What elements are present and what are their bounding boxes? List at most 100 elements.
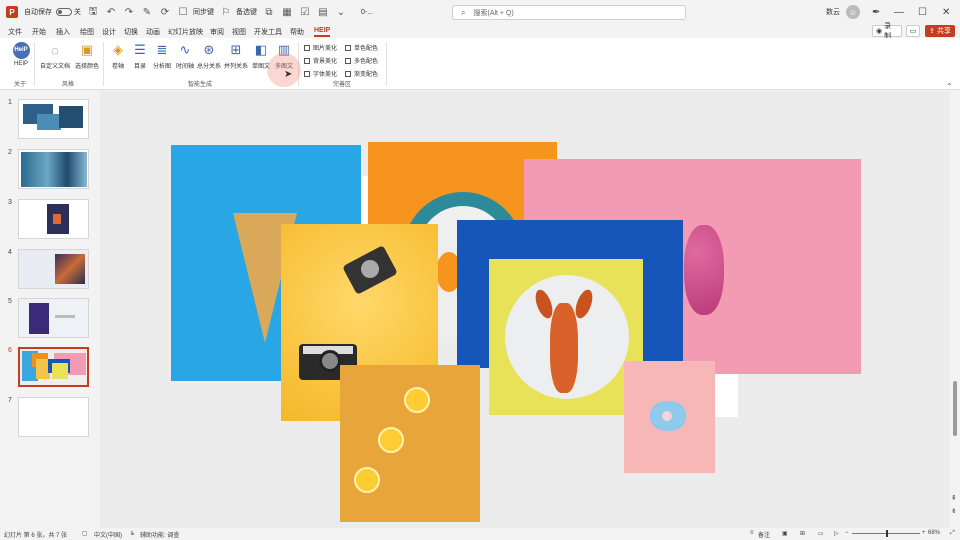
notes-icon[interactable]: ≡ bbox=[750, 530, 754, 536]
avatar[interactable]: ☺ bbox=[846, 0, 860, 24]
accessibility-text[interactable]: 辅助功能: 调查 bbox=[140, 530, 179, 539]
collapse-ribbon-icon[interactable]: ⌃ bbox=[946, 82, 953, 91]
reading-view-icon[interactable]: ▭ bbox=[818, 530, 824, 537]
checkbox-icon bbox=[304, 57, 310, 64]
slide-thumbnail-image[interactable] bbox=[18, 298, 89, 338]
title-bar: P 自动保存 关 🖫 ↶ ↷ ✎ ⟳ ☐ 同步键 ⚐ 备选键 ⧉ ▦ ☑ ▤ ⌄… bbox=[0, 0, 960, 24]
share-button[interactable]: ⇪ 共享 bbox=[925, 25, 955, 37]
search-icon: ⌕ bbox=[461, 7, 466, 17]
checkbox-icon bbox=[345, 70, 351, 77]
checkbox-icon bbox=[304, 44, 310, 51]
pink-lollipop-image[interactable] bbox=[624, 361, 715, 473]
grid-icon[interactable]: ▦ bbox=[281, 6, 293, 18]
zoom-slider-knob[interactable] bbox=[886, 530, 888, 537]
table-icon[interactable]: ▤ bbox=[317, 6, 329, 18]
sync-icon[interactable]: ⟳ bbox=[159, 6, 171, 18]
slide-thumbnail[interactable]: 7 bbox=[0, 397, 100, 437]
notes-text[interactable]: 备注 bbox=[758, 530, 770, 539]
custom-document-button[interactable]: ◌ 自定义文档 bbox=[40, 41, 70, 77]
slide-thumbnail[interactable]: 2 bbox=[0, 149, 100, 189]
save-icon[interactable]: 🖫 bbox=[87, 6, 99, 18]
autosave-toggle[interactable] bbox=[56, 8, 72, 16]
single-layout-icon: ◧ bbox=[254, 42, 268, 57]
tab-insert[interactable]: 插入 bbox=[56, 27, 70, 37]
zoom-out-icon[interactable]: − bbox=[845, 530, 849, 536]
dropdown-icon[interactable]: ⌄ bbox=[335, 6, 347, 18]
slide-thumbnail-image[interactable] bbox=[18, 99, 89, 139]
multi-color-checkbox[interactable]: 多色配色 bbox=[345, 56, 378, 65]
single-color-checkbox[interactable]: 单色配色 bbox=[345, 43, 378, 52]
tab-draw[interactable]: 绘图 bbox=[80, 27, 94, 37]
slide-thumbnail-active[interactable]: 6 bbox=[0, 347, 100, 387]
tab-heip[interactable]: HEIP bbox=[314, 27, 331, 37]
slide-thumbnail-panel: 1 2 3 4 5 6 7 bbox=[0, 91, 100, 528]
fit-to-window-icon[interactable]: ⤢ bbox=[950, 530, 955, 537]
tab-home[interactable]: 开始 bbox=[32, 27, 46, 37]
pen-icon[interactable]: ✒ bbox=[872, 0, 880, 24]
search-placeholder: 搜索(Alt + Q) bbox=[473, 9, 514, 17]
checkbox-icon[interactable]: ☐ bbox=[177, 6, 189, 18]
copy-icon[interactable]: ⧉ bbox=[263, 6, 275, 18]
comment-icon: ▭ bbox=[909, 28, 917, 35]
square-check-icon[interactable]: ☑ bbox=[299, 6, 311, 18]
image-beautify-checkbox[interactable]: 图片美化 bbox=[304, 43, 337, 52]
group-label-smart: 智能生成 bbox=[188, 82, 213, 88]
font-beautify-checkbox[interactable]: 字体美化 bbox=[304, 69, 337, 78]
slide-thumbnail-image[interactable] bbox=[18, 149, 89, 189]
slide-thumbnail[interactable]: 4 bbox=[0, 249, 100, 289]
slide-thumbnail-image[interactable] bbox=[18, 397, 89, 437]
gradient-color-checkbox[interactable]: 渐变配色 bbox=[345, 69, 378, 78]
checkbox-icon bbox=[304, 70, 310, 77]
redo-icon[interactable]: ↷ bbox=[123, 6, 135, 18]
accessibility-icon[interactable]: ♿ bbox=[130, 530, 135, 537]
total-part-button[interactable]: ⊛ 总分关系 bbox=[194, 41, 224, 77]
filename[interactable]: 0-... bbox=[361, 9, 373, 16]
slide-thumbnail[interactable]: 5 bbox=[0, 298, 100, 338]
undo-icon[interactable]: ↶ bbox=[105, 6, 117, 18]
tab-transitions[interactable]: 切换 bbox=[124, 27, 138, 37]
proofing-icon[interactable]: ▢ bbox=[82, 530, 88, 537]
slide-thumbnail-image[interactable] bbox=[18, 347, 89, 387]
tab-review[interactable]: 审阅 bbox=[210, 27, 224, 37]
slide-thumbnail[interactable]: 1 bbox=[0, 99, 100, 139]
search-box[interactable]: ⌕ 搜索(Alt + Q) bbox=[452, 5, 686, 20]
normal-view-icon[interactable]: ▣ bbox=[782, 530, 788, 537]
select-color-button[interactable]: ▣ 选择颜色 bbox=[72, 41, 102, 77]
color-bucket-icon: ▣ bbox=[80, 42, 94, 57]
format-painter-icon[interactable]: ✎ bbox=[141, 6, 153, 18]
tab-design[interactable]: 设计 bbox=[102, 27, 116, 37]
slide-thumbnail[interactable]: 3 bbox=[0, 199, 100, 239]
mouse-cursor-icon: ➤ bbox=[284, 69, 293, 80]
close-icon[interactable]: ✕ bbox=[942, 0, 950, 24]
alt-key-label[interactable]: 备选键 bbox=[236, 7, 257, 17]
powerpoint-window: P 自动保存 关 🖫 ↶ ↷ ✎ ⟳ ☐ 同步键 ⚐ 备选键 ⧉ ▦ ☑ ▤ ⌄… bbox=[0, 0, 960, 540]
background-beautify-checkbox[interactable]: 背景美化 bbox=[304, 56, 337, 65]
slide-sorter-icon[interactable]: ⊞ bbox=[800, 530, 805, 537]
autosave-toggle-state: 关 bbox=[74, 9, 81, 16]
scrollbar-thumb[interactable] bbox=[953, 381, 957, 436]
user-name[interactable]: 数云 bbox=[826, 0, 840, 24]
tab-file[interactable]: 文件 bbox=[8, 27, 22, 37]
slide-thumbnail-image[interactable] bbox=[18, 199, 89, 239]
zoom-level[interactable]: 68% bbox=[928, 530, 940, 536]
bookmark-icon[interactable]: ⚐ bbox=[220, 6, 232, 18]
vertical-scrollbar[interactable]: ⇞ ⇟ bbox=[950, 91, 960, 528]
tab-slideshow[interactable]: 幻灯片放映 bbox=[168, 27, 203, 37]
heip-button[interactable]: HeiP HEIP bbox=[6, 41, 36, 77]
language-text[interactable]: 中文(中国) bbox=[94, 530, 122, 539]
comments-button[interactable]: ▭ bbox=[906, 25, 920, 37]
tab-developer[interactable]: 开发工具 bbox=[254, 27, 282, 37]
record-button[interactable]: ◉ 录制 bbox=[872, 23, 902, 40]
previous-slide-icon[interactable]: ⇞ bbox=[951, 494, 957, 502]
tab-help[interactable]: 帮助 bbox=[290, 27, 304, 37]
tab-animations[interactable]: 动画 bbox=[146, 27, 160, 37]
slide-thumbnail-image[interactable] bbox=[18, 249, 89, 289]
tab-view[interactable]: 视图 bbox=[232, 27, 246, 37]
slideshow-icon[interactable]: ▷ bbox=[834, 530, 839, 537]
lemon-slices-image[interactable] bbox=[340, 365, 480, 522]
zoom-in-icon[interactable]: + bbox=[922, 530, 926, 536]
lobster-plate-image[interactable] bbox=[489, 259, 643, 415]
sync-key-label[interactable]: 同步键 bbox=[193, 7, 214, 17]
next-slide-icon[interactable]: ⇟ bbox=[951, 507, 957, 515]
maximize-icon[interactable]: ☐ bbox=[918, 0, 927, 24]
